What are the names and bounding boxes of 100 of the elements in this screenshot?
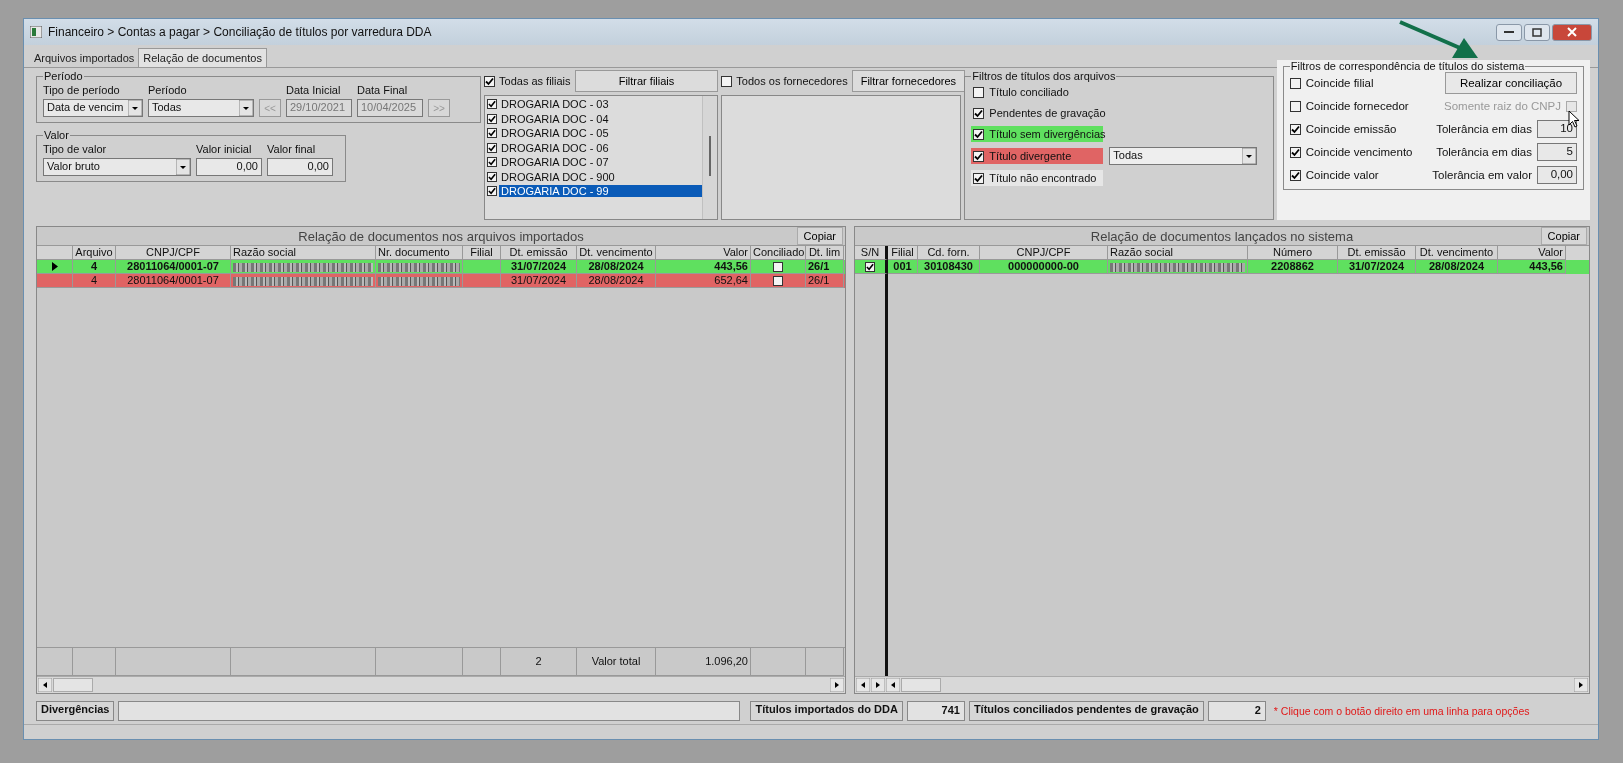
table-cell: 001: [893, 260, 912, 272]
tolerance-field[interactable]: 10: [1537, 120, 1577, 138]
copy-button[interactable]: Copiar: [1540, 227, 1587, 245]
checkbox[interactable]: [973, 172, 985, 184]
checkbox[interactable]: [1289, 169, 1301, 181]
table-row[interactable]: 4 28011064/0001-07 31/07/2024 28/08/2024 443,56 26/1: [37, 260, 845, 274]
tolerance-field[interactable]: 5: [1537, 143, 1577, 161]
checkbox[interactable]: [973, 86, 985, 98]
checkbox-label: Título divergente: [989, 150, 1072, 162]
checkbox[interactable]: [721, 75, 733, 87]
dropdown-arrow-icon: [176, 159, 190, 175]
checkbox[interactable]: [1289, 77, 1301, 89]
checkbox[interactable]: [487, 99, 498, 110]
tab[interactable]: Arquivos importados: [30, 48, 139, 67]
branch-item[interactable]: DROGARIA DOC - 05: [499, 127, 611, 140]
group-title: Filtros de títulos dos arquivos: [971, 70, 1117, 82]
value-type-dropdown[interactable]: Valor bruto: [43, 158, 191, 176]
checkbox[interactable]: [1289, 123, 1301, 135]
table-cell: 30108430: [924, 260, 973, 272]
table-cell: 26/1: [808, 260, 830, 272]
checkbox[interactable]: [973, 107, 985, 119]
table-cell: 443,56: [714, 260, 748, 272]
filter-option[interactable]: Título conciliado: [971, 84, 1104, 100]
table-row[interactable]: 4 28011064/0001-07 31/07/2024 28/08/2024 652,64 26/1: [37, 274, 845, 288]
filter-option[interactable]: Pendentes de gravação: [971, 105, 1104, 121]
tolerance-label: Tolerância em valor: [1432, 169, 1532, 181]
dropdown-arrow-icon: [239, 100, 253, 116]
checkbox-label: Título não encontrado: [989, 172, 1097, 184]
period-type-dropdown[interactable]: Data de vencim: [43, 99, 143, 117]
dropdown-arrow-icon: [1242, 148, 1257, 164]
branch-item[interactable]: DROGARIA DOC - 03: [499, 98, 611, 111]
table-cell: 31/07/2024: [510, 260, 567, 272]
checkbox[interactable]: [773, 276, 783, 287]
hint-text: * Clique com o botão direito em uma linha para opções: [1273, 705, 1530, 717]
filter-option[interactable]: Título não encontrado: [971, 170, 1104, 186]
close-icon: [1567, 27, 1577, 37]
field-label: Valor final: [267, 143, 317, 155]
window-title: Financeiro > Contas a pagar > Conciliação de títulos por varredura DDA: [48, 25, 432, 39]
maximize-button[interactable]: [1524, 23, 1550, 41]
checkbox[interactable]: [487, 128, 498, 139]
period-dropdown[interactable]: Todas: [148, 99, 254, 117]
checkbox[interactable]: [487, 171, 498, 182]
tolerance-field[interactable]: 0,00: [1537, 166, 1577, 184]
checkbox[interactable]: [1289, 146, 1301, 158]
end-value-field[interactable]: 0,00: [267, 158, 333, 176]
table-cell: 443,56: [1529, 260, 1563, 272]
filter-suppliers-button[interactable]: Filtrar fornecedores: [851, 70, 966, 92]
scroll-thumb[interactable]: [901, 678, 941, 692]
scrollbar[interactable]: [37, 676, 845, 693]
table-cell: 28/08/2024: [1428, 260, 1485, 272]
checkbox[interactable]: [484, 75, 496, 87]
checkbox-label: Todos os fornecedores: [736, 75, 848, 87]
table-cell: 31/07/2024: [1348, 260, 1405, 272]
table-row[interactable]: 001 30108430 000000000-00 2208862 31/07/2024 28/08/2024 443,56: [855, 260, 1589, 274]
checkbox[interactable]: [487, 142, 498, 153]
checkbox[interactable]: [973, 128, 985, 140]
branch-item[interactable]: DROGARIA DOC - 99: [499, 185, 703, 198]
imported-count-field: 741: [906, 701, 965, 721]
table-cell: 31/07/2024: [510, 274, 567, 286]
divergences-label: Divergências: [36, 701, 115, 721]
scroll-left-icon: [38, 678, 52, 692]
branch-item[interactable]: DROGARIA DOC - 06: [499, 141, 611, 154]
table-cell: 28/08/2024: [588, 260, 644, 272]
field-label: Data Inicial: [286, 84, 342, 96]
group-title: Filtros de correspondência de títulos do sistema: [1289, 60, 1526, 72]
reconcile-button[interactable]: Realizar conciliação: [1445, 72, 1577, 94]
field-label: Tipo de período: [43, 84, 121, 96]
minimize-button[interactable]: [1496, 23, 1522, 41]
scrollbar[interactable]: [702, 96, 718, 219]
checkbox[interactable]: [487, 186, 498, 197]
tab[interactable]: Relação de documentos: [138, 48, 267, 67]
checkbox-label: Coincide filial: [1305, 77, 1375, 89]
branch-item[interactable]: DROGARIA DOC - 04: [499, 112, 611, 125]
copy-button[interactable]: Copiar: [796, 227, 843, 245]
checkbox[interactable]: [487, 113, 498, 124]
checkbox[interactable]: [487, 157, 498, 168]
tolerance-label: Tolerância em dias: [1436, 123, 1532, 135]
tolerance-label: Tolerância em dias: [1436, 146, 1532, 158]
option-label: Somente raiz do CNPJ: [1444, 100, 1561, 112]
divergence-dropdown[interactable]: Todas: [1109, 147, 1258, 165]
checkbox-label: Título conciliado: [989, 86, 1069, 98]
checkbox[interactable]: [1289, 100, 1301, 112]
branch-item[interactable]: DROGARIA DOC - 900: [499, 170, 617, 183]
filter-option[interactable]: Título divergente: [971, 148, 1104, 164]
start-value-field[interactable]: 0,00: [196, 158, 262, 176]
scroll-left-icon: [856, 678, 870, 692]
table-cell: 28/08/2024: [588, 274, 644, 286]
scroll-thumb[interactable]: [53, 678, 93, 692]
checkbox-label: Pendentes de gravação: [989, 107, 1106, 119]
checkbox-label: Coincide fornecedor: [1305, 100, 1410, 112]
checkbox[interactable]: [973, 150, 985, 162]
close-button[interactable]: [1552, 23, 1592, 41]
field-label: Data Final: [357, 84, 409, 96]
filter-branches-button[interactable]: Filtrar filiais: [574, 70, 719, 92]
filter-option[interactable]: Título sem divergências: [971, 126, 1104, 142]
scroll-right-icon: [830, 678, 844, 692]
checkbox[interactable]: [773, 262, 783, 273]
scrollbar[interactable]: [855, 676, 1589, 693]
checkbox[interactable]: [865, 262, 875, 273]
branch-item[interactable]: DROGARIA DOC - 07: [499, 156, 611, 169]
